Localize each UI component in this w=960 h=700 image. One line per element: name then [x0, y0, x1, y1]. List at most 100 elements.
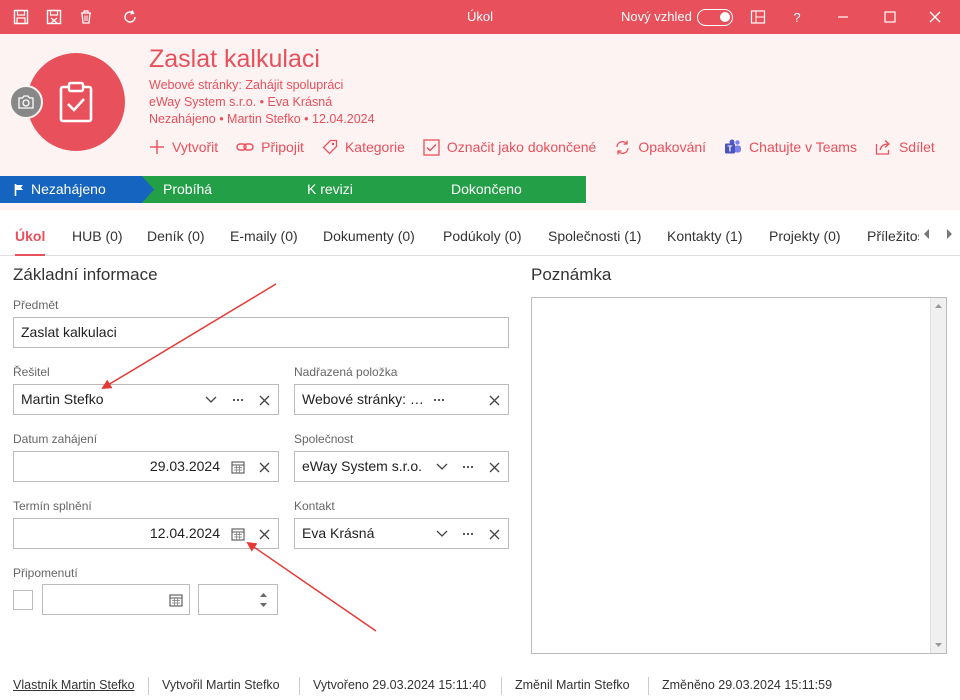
tab-documents[interactable]: Dokumenty (0) — [323, 210, 415, 256]
tab-bar: Úkol HUB (0) Deník (0) E-maily (0) Dokum… — [0, 210, 960, 256]
contact-field[interactable]: Eva Krásná — [294, 518, 509, 549]
subject-input[interactable]: Zaslat kalkulaci — [13, 317, 509, 348]
spinner-up-icon[interactable] — [260, 592, 267, 597]
parent-label: Nadřazená položka — [294, 365, 398, 379]
save-close-icon[interactable] — [44, 7, 64, 27]
layout-icon[interactable] — [748, 7, 768, 27]
title-bar: Úkol Nový vzhled ? — [0, 0, 960, 34]
contact-value: Eva Krásná — [302, 525, 375, 541]
created-at: Vytvořeno 29.03.2024 15:11:40 — [313, 678, 487, 692]
more-icon[interactable] — [460, 526, 476, 542]
more-icon[interactable] — [431, 392, 447, 408]
changed-at: Změněno 29.03.2024 15:11:59 — [662, 678, 833, 692]
checkbox-icon — [423, 138, 440, 156]
more-icon[interactable] — [230, 392, 246, 408]
more-icon[interactable] — [460, 459, 476, 475]
record-header: Zaslat kalkulaci Webové stránky: Zahájit… — [0, 34, 960, 210]
svg-text:T: T — [728, 144, 733, 153]
teams-icon: T — [725, 139, 742, 153]
start-date-field[interactable]: 29.03.2024 — [13, 451, 279, 482]
tab-hub[interactable]: HUB (0) — [72, 210, 123, 256]
stage-label: Dokončeno — [451, 181, 522, 197]
change-photo-button[interactable] — [9, 85, 43, 119]
chevron-left-icon[interactable] — [923, 229, 931, 239]
repeat-button[interactable]: Opakování — [614, 139, 706, 156]
divider — [501, 677, 502, 695]
parent-value: Webové stránky: Zahájit spolupráci — [302, 391, 424, 407]
help-button[interactable]: ? — [787, 7, 807, 27]
chevron-down-icon[interactable] — [434, 459, 450, 475]
chevron-right-icon[interactable] — [945, 229, 953, 239]
delete-icon[interactable] — [76, 7, 96, 27]
solver-field[interactable]: Martin Stefko — [13, 384, 279, 415]
reminder-date-input[interactable] — [42, 584, 190, 615]
changed-by: Změnil Martin Stefko — [515, 678, 630, 692]
tab-contacts[interactable]: Kontakty (1) — [667, 210, 742, 256]
reminder-label: Připomenutí — [13, 566, 78, 580]
parent-field[interactable]: Webové stránky: Zahájit spolupráci — [294, 384, 509, 415]
tab-subtasks[interactable]: Podúkoly (0) — [443, 210, 522, 256]
repeat-label: Opakování — [638, 139, 707, 155]
start-date-value: 29.03.2024 — [149, 458, 220, 474]
stage-label: K revizi — [307, 181, 353, 197]
stage-in-progress[interactable]: Probíhá — [142, 176, 299, 203]
clear-icon[interactable] — [256, 459, 272, 475]
repeat-icon — [616, 140, 629, 154]
note-textarea[interactable] — [531, 297, 947, 654]
close-icon[interactable] — [925, 7, 945, 27]
stage-review[interactable]: K revizi — [286, 176, 443, 203]
start-date-label: Datum zahájení — [13, 432, 98, 446]
scroll-down-icon[interactable] — [935, 643, 942, 648]
chevron-down-icon[interactable] — [203, 392, 219, 408]
company-value: eWay System s.r.o. — [302, 458, 423, 474]
refresh-icon[interactable] — [120, 7, 140, 27]
link-icon — [236, 143, 254, 151]
subject-value: Zaslat kalkulaci — [21, 324, 117, 340]
stage-not-started[interactable]: Nezahájeno — [0, 176, 157, 203]
minimize-icon[interactable] — [833, 7, 853, 27]
save-icon[interactable] — [11, 7, 31, 27]
tab-projects[interactable]: Projekty (0) — [769, 210, 841, 256]
company-field[interactable]: eWay System s.r.o. — [294, 451, 509, 482]
category-button[interactable]: Kategorie — [322, 139, 405, 155]
attach-button[interactable]: Připojit — [236, 139, 304, 155]
tab-task[interactable]: Úkol — [15, 210, 46, 256]
mark-complete-button[interactable]: Označit jako dokončené — [423, 138, 597, 156]
flag-icon — [14, 184, 23, 196]
note-scrollbar[interactable] — [930, 298, 946, 653]
chevron-down-icon[interactable] — [434, 526, 450, 542]
maximize-icon[interactable] — [880, 7, 900, 27]
clear-icon[interactable] — [486, 526, 502, 542]
clear-icon[interactable] — [486, 392, 502, 408]
tab-companies[interactable]: Společnosti (1) — [548, 210, 641, 256]
spinner-down-icon[interactable] — [260, 603, 267, 608]
tab-journal[interactable]: Deník (0) — [147, 210, 205, 256]
create-button[interactable]: Vytvořit — [149, 139, 218, 155]
create-label: Vytvořit — [172, 139, 219, 155]
created-by: Vytvořil Martin Stefko — [162, 678, 280, 692]
contact-label: Kontakt — [294, 499, 335, 513]
calendar-icon[interactable] — [230, 459, 246, 475]
clear-icon[interactable] — [486, 459, 502, 475]
due-date-field[interactable]: 12.04.2024 — [13, 518, 279, 549]
stage-done[interactable]: Dokončeno — [430, 176, 586, 203]
clear-icon[interactable] — [256, 526, 272, 542]
clear-icon[interactable] — [256, 392, 272, 408]
calendar-icon[interactable] — [230, 526, 246, 542]
footer-bar: Vlastník Martin Stefko Vytvořil Martin S… — [0, 670, 960, 700]
reminder-checkbox[interactable] — [13, 590, 33, 610]
reminder-time-input[interactable] — [198, 584, 278, 615]
category-label: Kategorie — [344, 139, 405, 155]
subject-label: Předmět — [13, 298, 59, 312]
calendar-icon[interactable] — [168, 592, 184, 608]
share-button[interactable]: Sdílet — [875, 139, 935, 155]
scroll-up-icon[interactable] — [935, 303, 942, 308]
new-look-toggle[interactable] — [697, 9, 733, 26]
camera-icon — [18, 95, 34, 109]
teams-chat-button[interactable]: T Chatujte v Teams — [724, 139, 857, 156]
mark-complete-label: Označit jako dokončené — [446, 139, 597, 155]
divider — [648, 677, 649, 695]
tab-emails[interactable]: E-maily (0) — [230, 210, 298, 256]
clipboard-check-icon — [59, 81, 93, 123]
owner-link[interactable]: Vlastník Martin Stefko — [13, 670, 135, 700]
